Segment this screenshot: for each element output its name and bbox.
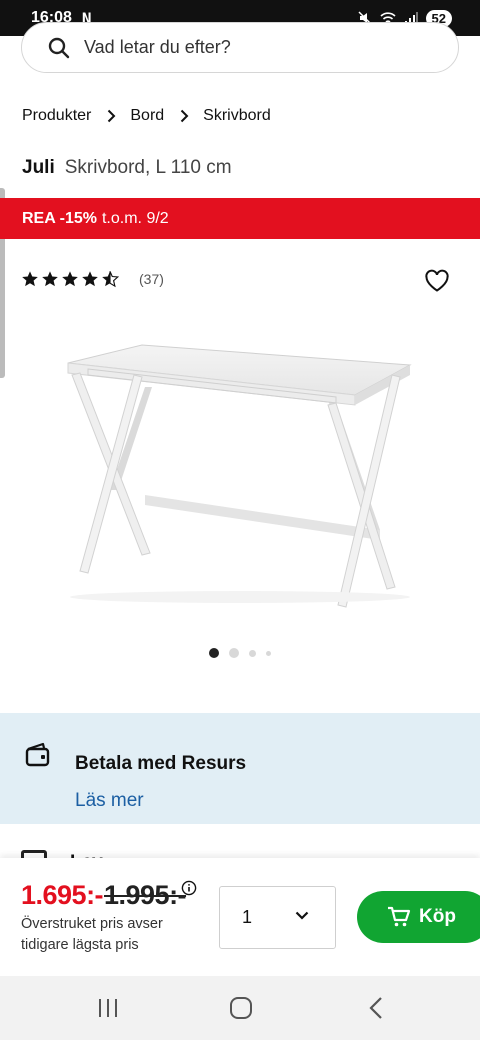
heart-icon[interactable] <box>424 269 450 293</box>
breadcrumb-produkter[interactable]: Produkter <box>22 107 91 125</box>
rating-count[interactable]: (37) <box>139 271 164 287</box>
product-image[interactable] <box>50 325 430 625</box>
product-brand[interactable]: Juli <box>22 157 55 178</box>
chevron-right-icon <box>180 109 189 123</box>
price-original: 1.995:- <box>104 880 187 910</box>
sale-period: t.o.m. 9/2 <box>101 209 169 227</box>
buy-label: Köp <box>419 906 456 927</box>
search-input[interactable]: Vad letar du efter? <box>21 22 459 73</box>
rating[interactable]: (37) <box>21 270 164 288</box>
info-icon[interactable] <box>181 880 197 896</box>
breadcrumb-skrivbord[interactable]: Skrivbord <box>203 107 271 125</box>
recent-apps-icon[interactable] <box>96 996 120 1020</box>
carousel-dot[interactable] <box>249 649 256 657</box>
carousel-dot[interactable] <box>229 648 239 658</box>
payment-resurs-panel: Betala med Resurs Läs mer <box>0 713 480 824</box>
cart-icon <box>388 906 411 927</box>
breadcrumb-bord[interactable]: Bord <box>130 107 164 125</box>
carousel-dot[interactable] <box>266 650 271 656</box>
half-star-icon <box>102 271 119 288</box>
back-icon[interactable] <box>366 996 386 1020</box>
price-current: 1.695:- <box>21 880 104 910</box>
sale-discount: REA -15% <box>22 209 97 227</box>
star-icon <box>22 271 38 287</box>
product-name: Skrivbord, L 110 cm <box>64 157 232 178</box>
home-icon[interactable] <box>229 996 253 1020</box>
quantity-select[interactable]: 1 <box>219 886 336 949</box>
chevron-right-icon <box>107 109 116 123</box>
star-icon <box>82 271 98 287</box>
breadcrumb: Produkter Bord Skrivbord <box>22 107 271 125</box>
carousel-indicators <box>0 648 480 658</box>
buy-bar: 1.695:- 1.995:- Överstruket pris avser t… <box>0 858 480 976</box>
carousel-dot-active[interactable] <box>209 648 219 658</box>
chevron-down-icon <box>295 911 309 920</box>
wallet-icon <box>25 742 50 767</box>
search-placeholder: Vad letar du efter? <box>84 37 231 57</box>
system-nav-bar <box>0 976 480 1040</box>
search-icon <box>48 37 70 58</box>
payment-title: Betala med Resurs <box>75 753 247 774</box>
star-icon <box>62 271 78 287</box>
buy-button[interactable]: Köp <box>357 891 480 943</box>
product-title: Juli Skrivbord, L 110 cm <box>22 157 232 179</box>
read-more-link[interactable]: Läs mer <box>75 790 144 812</box>
quantity-value: 1 <box>242 907 253 927</box>
star-icon <box>42 271 58 287</box>
sale-banner: REA -15% t.o.m. 9/2 <box>0 198 480 239</box>
price-note: Överstruket pris avser tidigare lägsta p… <box>21 916 163 953</box>
